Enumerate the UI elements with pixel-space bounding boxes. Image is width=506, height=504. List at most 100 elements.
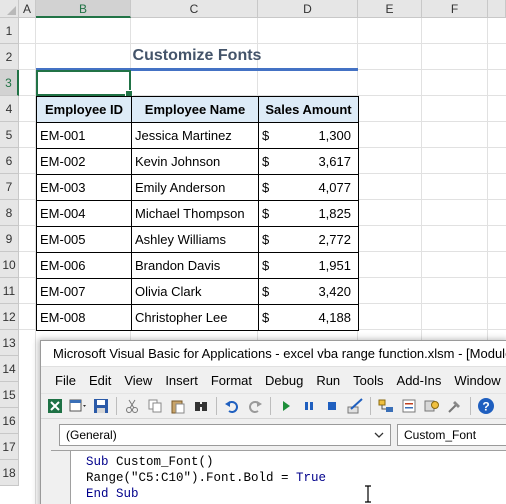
row-header-1[interactable]: 1 bbox=[0, 18, 19, 44]
cut-icon[interactable] bbox=[122, 396, 142, 416]
amount-value: 1,951 bbox=[318, 258, 351, 273]
row-header-7[interactable]: 7 bbox=[0, 174, 19, 200]
header-employee-id[interactable]: Employee ID bbox=[36, 96, 132, 123]
cell-sales-amount[interactable]: $1,951 bbox=[258, 252, 359, 279]
row-header-18[interactable]: 18 bbox=[0, 460, 19, 486]
table-row: EM-005 Ashley Williams $2,772 bbox=[36, 226, 359, 253]
row-header-11[interactable]: 11 bbox=[0, 278, 19, 304]
cell-employee-name[interactable]: Christopher Lee bbox=[131, 304, 259, 331]
design-mode-icon[interactable] bbox=[345, 396, 365, 416]
run-icon[interactable] bbox=[276, 396, 296, 416]
cell-employee-id[interactable]: EM-007 bbox=[36, 278, 132, 305]
copy-icon[interactable] bbox=[145, 396, 165, 416]
cell-sales-amount[interactable]: $2,772 bbox=[258, 226, 359, 253]
row-header-4[interactable]: 4 bbox=[0, 96, 19, 122]
chevron-down-icon[interactable] bbox=[371, 427, 387, 443]
row-header-8[interactable]: 8 bbox=[0, 200, 19, 226]
save-icon[interactable] bbox=[91, 396, 111, 416]
procedure-dropdown[interactable]: Custom_Font bbox=[397, 424, 506, 446]
menu-format[interactable]: Format bbox=[211, 373, 252, 388]
find-icon[interactable] bbox=[191, 396, 211, 416]
row-header-2[interactable]: 2 bbox=[0, 44, 19, 70]
cell-employee-name[interactable]: Emily Anderson bbox=[131, 174, 259, 201]
vba-title-bar[interactable]: Microsoft Visual Basic for Applications … bbox=[41, 341, 506, 367]
insert-module-icon[interactable] bbox=[68, 396, 88, 416]
cell-sales-amount[interactable]: $4,188 bbox=[258, 304, 359, 331]
header-sales-amount[interactable]: Sales Amount bbox=[258, 96, 359, 123]
column-header-a[interactable]: A bbox=[19, 0, 36, 18]
cell-sales-amount[interactable]: $1,300 bbox=[258, 122, 359, 149]
cell-employee-id[interactable]: EM-001 bbox=[36, 122, 132, 149]
row-header-5[interactable]: 5 bbox=[0, 122, 19, 148]
menu-insert[interactable]: Insert bbox=[165, 373, 198, 388]
cell-employee-name[interactable]: Brandon Davis bbox=[131, 252, 259, 279]
cell-employee-name[interactable]: Michael Thompson bbox=[131, 200, 259, 227]
cell-sales-amount[interactable]: $3,617 bbox=[258, 148, 359, 175]
row-header-9[interactable]: 9 bbox=[0, 226, 19, 252]
menu-run[interactable]: Run bbox=[316, 373, 340, 388]
employee-sales-table: Employee ID Employee Name Sales Amount E… bbox=[36, 96, 359, 331]
code-line-3[interactable]: End Sub bbox=[86, 487, 139, 501]
cell-employee-id[interactable]: EM-006 bbox=[36, 252, 132, 279]
row-header-17[interactable]: 17 bbox=[0, 434, 19, 460]
row-header-13[interactable]: 13 bbox=[0, 330, 19, 356]
row-header-16[interactable]: 16 bbox=[0, 408, 19, 434]
menu-add-ins[interactable]: Add-Ins bbox=[397, 373, 442, 388]
code-editor[interactable]: Sub Custom_Font() Range("C5:C10").Font.B… bbox=[51, 450, 506, 504]
menu-file[interactable]: File bbox=[55, 373, 76, 388]
row-header-15[interactable]: 15 bbox=[0, 382, 19, 408]
column-header-e[interactable]: E bbox=[358, 0, 422, 18]
toolbar-separator bbox=[116, 397, 117, 415]
cell-employee-name[interactable]: Kevin Johnson bbox=[131, 148, 259, 175]
undo-icon[interactable] bbox=[222, 396, 242, 416]
text-cursor-icon bbox=[365, 485, 371, 503]
object-browser-icon[interactable] bbox=[422, 396, 442, 416]
table-row: EM-007 Olivia Clark $3,420 bbox=[36, 278, 359, 305]
cell-employee-id[interactable]: EM-002 bbox=[36, 148, 132, 175]
help-icon[interactable]: ? bbox=[476, 396, 496, 416]
column-header-f[interactable]: F bbox=[422, 0, 488, 18]
amount-value: 3,420 bbox=[318, 284, 351, 299]
code-line-1[interactable]: Sub Custom_Font() bbox=[86, 455, 214, 469]
menu-edit[interactable]: Edit bbox=[89, 373, 111, 388]
object-dropdown[interactable]: (General) bbox=[59, 424, 391, 446]
menu-tools[interactable]: Tools bbox=[353, 373, 383, 388]
select-all-corner[interactable] bbox=[0, 0, 19, 18]
project-explorer-icon[interactable] bbox=[376, 396, 396, 416]
properties-icon[interactable] bbox=[399, 396, 419, 416]
toolbox-icon[interactable] bbox=[445, 396, 465, 416]
row-header-6[interactable]: 6 bbox=[0, 148, 19, 174]
cell-employee-name[interactable]: Olivia Clark bbox=[131, 278, 259, 305]
column-header-d[interactable]: D bbox=[258, 0, 358, 18]
cell-employee-id[interactable]: EM-005 bbox=[36, 226, 132, 253]
reset-icon[interactable] bbox=[322, 396, 342, 416]
cell-sales-amount[interactable]: $3,420 bbox=[258, 278, 359, 305]
paste-icon[interactable] bbox=[168, 396, 188, 416]
column-header-c[interactable]: C bbox=[131, 0, 258, 18]
cell-employee-name[interactable]: Ashley Williams bbox=[131, 226, 259, 253]
cell-employee-name[interactable]: Jessica Martinez bbox=[131, 122, 259, 149]
code-keyword: Sub bbox=[86, 455, 109, 469]
row-header-3[interactable]: 3 bbox=[0, 70, 19, 96]
code-margin-indicator-bar[interactable] bbox=[51, 451, 71, 504]
row-header-14[interactable]: 14 bbox=[0, 356, 19, 382]
break-icon[interactable] bbox=[299, 396, 319, 416]
excel-view-icon[interactable] bbox=[45, 396, 65, 416]
column-header-next[interactable] bbox=[488, 0, 506, 18]
menu-view[interactable]: View bbox=[124, 373, 152, 388]
header-employee-name[interactable]: Employee Name bbox=[131, 96, 259, 123]
menu-debug[interactable]: Debug bbox=[265, 373, 303, 388]
cell-sales-amount[interactable]: $1,825 bbox=[258, 200, 359, 227]
row-header-10[interactable]: 10 bbox=[0, 252, 19, 278]
row-header-12[interactable]: 12 bbox=[0, 304, 19, 330]
code-keyword: True bbox=[296, 471, 327, 485]
column-header-b[interactable]: B bbox=[36, 0, 131, 18]
redo-icon[interactable] bbox=[245, 396, 265, 416]
cell-sales-amount[interactable]: $4,077 bbox=[258, 174, 359, 201]
cell-employee-id[interactable]: EM-004 bbox=[36, 200, 132, 227]
cell-employee-id[interactable]: EM-003 bbox=[36, 174, 132, 201]
menu-window[interactable]: Window bbox=[454, 373, 500, 388]
active-cell-b3[interactable] bbox=[36, 70, 133, 98]
cell-employee-id[interactable]: EM-008 bbox=[36, 304, 132, 331]
code-line-2[interactable]: Range("C5:C10").Font.Bold = True bbox=[86, 471, 326, 485]
